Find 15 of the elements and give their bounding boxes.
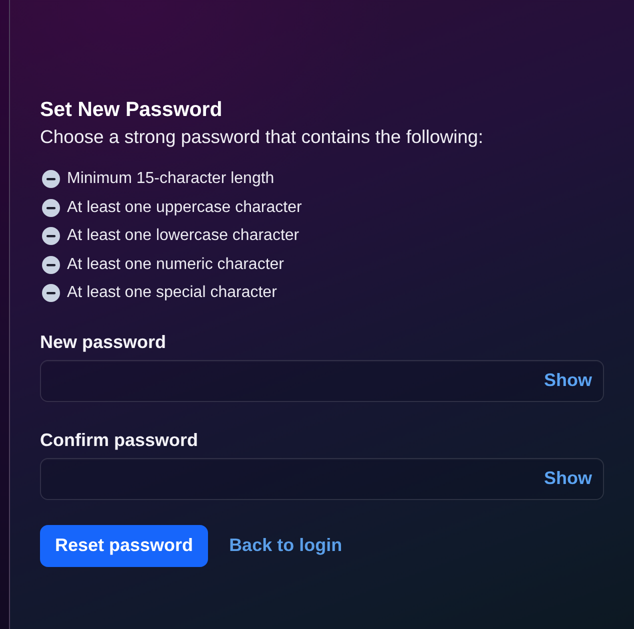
password-field[interactable]: Show	[40, 458, 604, 500]
requirement-text: At least one uppercase character	[67, 198, 302, 217]
field-label: New password	[40, 330, 166, 352]
requirement-text: At least one lowercase character	[67, 227, 300, 246]
field-label: Confirm password	[40, 428, 198, 450]
requirement-text: At least one special character	[67, 284, 277, 302]
password-field[interactable]: Show	[40, 360, 604, 402]
requirement-text: Minimum 15-character length	[67, 170, 274, 188]
page-title: Set New Password	[40, 98, 222, 122]
instructions-text: Choose a strong password that contains the following:	[40, 125, 484, 149]
requirement-text: At least one numeric character	[67, 256, 284, 274]
reset-password-button[interactable]: Reset password	[40, 524, 208, 566]
show-button[interactable]: Show	[544, 468, 592, 489]
show-button[interactable]: Show	[544, 370, 592, 391]
back-to-login-link[interactable]: Back to login	[229, 535, 342, 556]
